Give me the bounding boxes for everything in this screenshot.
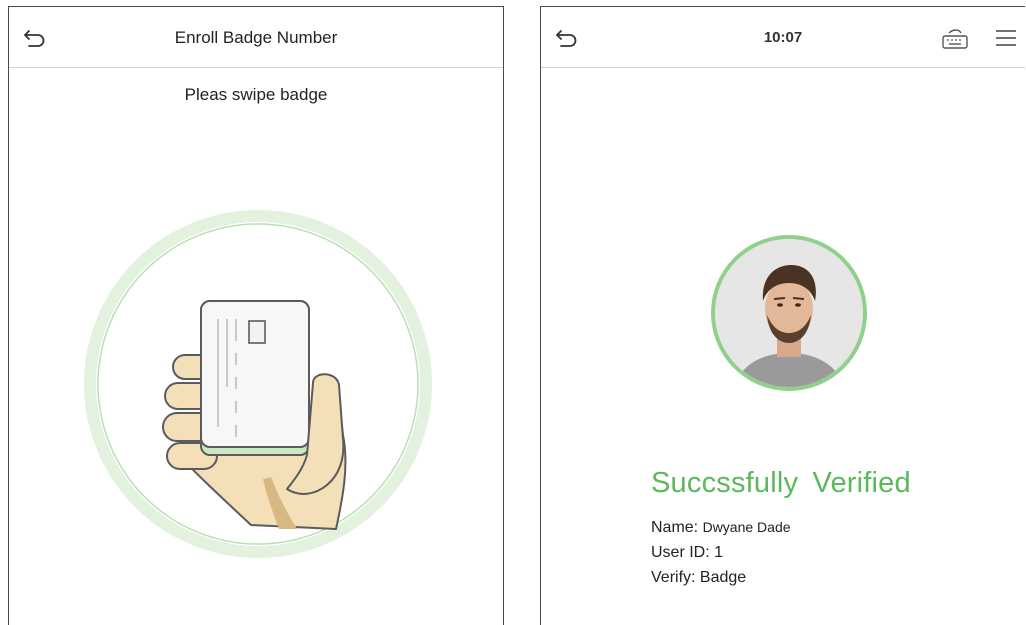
clock-time: 10:07 — [763, 29, 803, 46]
verification-screen: 10:07 Succssfully Verified Name: Dwyane … — [540, 6, 1025, 625]
verify-mode-label: Verify: — [651, 569, 696, 586]
hand-holding-badge-illustration — [84, 210, 432, 558]
verify-mode-row: Verify: Badge — [651, 569, 746, 587]
verify-mode-value: Badge — [699, 569, 747, 586]
user-id-row: User ID: 1 — [651, 544, 723, 562]
enroll-top-bar: Enroll Badge Number — [9, 7, 503, 68]
menu-button[interactable] — [993, 25, 1019, 51]
name-label: Name: — [651, 519, 699, 536]
swipe-prompt: Pleas swipe badge — [184, 85, 328, 104]
user-name-row: Name: Dwyane Dade — [651, 519, 791, 537]
page-title: Enroll Badge Number — [174, 27, 338, 47]
avatar — [711, 235, 867, 391]
user-id-label: User ID: — [651, 544, 710, 561]
enroll-badge-screen: Enroll Badge Number Pleas swipe badge — [8, 6, 504, 625]
user-face-photo — [715, 239, 863, 387]
name-value: Dwyane Dade — [702, 519, 791, 535]
verification-status: Succssfully Verified — [651, 467, 911, 499]
keyboard-button[interactable] — [939, 27, 973, 51]
hamburger-menu-icon — [996, 30, 1016, 46]
user-id-value: 1 — [714, 544, 724, 561]
keyboard-icon — [942, 29, 968, 49]
verify-top-bar: 10:07 — [541, 7, 1025, 68]
